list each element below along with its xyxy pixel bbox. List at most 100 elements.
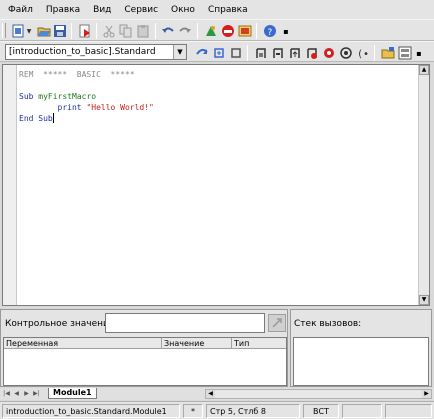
select-macro-icon bbox=[381, 47, 395, 59]
callstack-list[interactable] bbox=[293, 337, 429, 386]
redo-button[interactable] bbox=[177, 23, 193, 39]
toolbar-separator bbox=[256, 23, 257, 39]
svg-text:(•): (•) bbox=[357, 49, 370, 60]
new-dropdown[interactable]: ▼ bbox=[25, 23, 33, 39]
scroll-left-icon[interactable]: ◀ bbox=[206, 390, 215, 398]
toolbar-separator bbox=[247, 45, 248, 61]
chevron-down-icon: ▼ bbox=[26, 27, 32, 35]
step-out-icon bbox=[290, 48, 300, 58]
status-module: introduction_to_basic.Standard.Module1 bbox=[2, 404, 180, 418]
watch-table-header: Переменная Значение Тип bbox=[4, 338, 286, 349]
breakpoint-icon bbox=[307, 48, 317, 59]
undo-button[interactable] bbox=[160, 23, 176, 39]
watch-icon bbox=[340, 47, 352, 59]
code-text[interactable]: REM ***** BASIC ***** Sub myFirstMacro p… bbox=[19, 69, 154, 124]
scroll-right-icon[interactable]: ▶ bbox=[422, 390, 431, 398]
toolbar-separator bbox=[197, 23, 198, 39]
gallery-button[interactable] bbox=[220, 23, 236, 39]
gallery-icon bbox=[222, 25, 234, 37]
vertical-scrollbar[interactable]: ▲ ▼ bbox=[418, 65, 429, 305]
status-selection-mode[interactable] bbox=[342, 404, 382, 418]
datasource-icon bbox=[238, 25, 252, 37]
find-parentheses-button[interactable]: (•) bbox=[355, 45, 371, 61]
last-tab-icon[interactable]: ▶| bbox=[32, 389, 41, 399]
export-icon bbox=[79, 24, 90, 38]
toolbar-separator bbox=[155, 23, 156, 39]
stop-icon bbox=[231, 48, 241, 58]
first-tab-icon[interactable]: |◀ bbox=[2, 389, 11, 399]
prev-tab-icon[interactable]: ◀ bbox=[12, 389, 21, 399]
remove-watch-button[interactable] bbox=[268, 314, 286, 332]
open-button[interactable] bbox=[36, 23, 52, 39]
manage-breakpoints-icon bbox=[324, 48, 334, 58]
toolbar-overflow[interactable]: ▪ bbox=[416, 45, 422, 61]
code-keyword-sub: Sub bbox=[19, 92, 34, 101]
toolbar-separator bbox=[374, 45, 375, 61]
column-type[interactable]: Тип bbox=[232, 338, 286, 349]
step-into-button[interactable] bbox=[253, 45, 269, 61]
code-macro-name: myFirstMacro bbox=[38, 92, 97, 101]
find-parentheses-icon: (•) bbox=[357, 49, 370, 60]
code-comment: REM ***** BASIC ***** bbox=[19, 70, 135, 79]
scroll-up-icon[interactable]: ▲ bbox=[419, 65, 429, 75]
export-pdf-button[interactable] bbox=[77, 23, 93, 39]
callstack-panel: Стек вызовов: bbox=[290, 309, 432, 387]
next-tab-icon[interactable]: ▶ bbox=[22, 389, 31, 399]
manage-breakpoints-button[interactable] bbox=[321, 45, 337, 61]
library-combo-value: [introduction_to_basic].Standard bbox=[9, 47, 156, 57]
svg-text:?: ? bbox=[268, 28, 273, 38]
more-icon: ▪ bbox=[283, 26, 289, 36]
macro-toolbar: [introduction_to_basic].Standard ▼ (•) ▪ bbox=[0, 41, 434, 62]
select-macro-button[interactable] bbox=[380, 45, 396, 61]
watch-table[interactable]: Переменная Значение Тип bbox=[3, 337, 287, 386]
menu-window[interactable]: Окно bbox=[167, 5, 199, 15]
watch-input[interactable] bbox=[105, 313, 265, 333]
cut-button[interactable] bbox=[101, 23, 117, 39]
paste-button[interactable] bbox=[135, 23, 151, 39]
library-combo[interactable]: [introduction_to_basic].Standard ▼ bbox=[5, 44, 187, 60]
select-module-button[interactable] bbox=[397, 45, 413, 61]
toolbar-handle[interactable] bbox=[2, 23, 6, 38]
tab-module1[interactable]: Module1 bbox=[48, 388, 97, 399]
menu-view[interactable]: Вид bbox=[89, 5, 115, 15]
watch-button[interactable] bbox=[338, 45, 354, 61]
remove-watch-icon bbox=[272, 318, 282, 328]
help-button[interactable]: ? bbox=[262, 23, 278, 39]
code-editor[interactable]: REM ***** BASIC ***** Sub myFirstMacro p… bbox=[2, 64, 430, 306]
navigator-icon bbox=[206, 26, 216, 36]
copy-button[interactable] bbox=[118, 23, 134, 39]
datasource-button[interactable] bbox=[237, 23, 253, 39]
copy-icon bbox=[119, 24, 132, 38]
redo-icon bbox=[179, 27, 191, 33]
step-over-button[interactable] bbox=[270, 45, 286, 61]
text-caret bbox=[52, 113, 54, 123]
step-out-button[interactable] bbox=[287, 45, 303, 61]
status-signature[interactable] bbox=[385, 404, 432, 418]
toolbar-separator bbox=[71, 23, 72, 39]
menu-edit[interactable]: Правка bbox=[42, 5, 84, 15]
step-over-icon bbox=[273, 48, 283, 58]
toolbar-separator bbox=[96, 23, 97, 39]
select-module-icon bbox=[398, 46, 412, 60]
scroll-down-icon[interactable]: ▼ bbox=[419, 295, 429, 305]
breakpoint-button[interactable] bbox=[304, 45, 320, 61]
run-button[interactable] bbox=[211, 45, 227, 61]
menu-help[interactable]: Справка bbox=[204, 5, 252, 15]
chevron-down-icon[interactable]: ▼ bbox=[173, 45, 186, 59]
save-button[interactable] bbox=[52, 23, 68, 39]
compile-button[interactable] bbox=[194, 45, 210, 61]
new-button[interactable] bbox=[10, 23, 26, 39]
column-value[interactable]: Значение bbox=[162, 338, 232, 349]
navigator-button[interactable] bbox=[203, 23, 219, 39]
menu-file[interactable]: Файл bbox=[4, 5, 37, 15]
watch-panel: Контрольное значение: Переменная Значени… bbox=[0, 309, 288, 387]
breakpoint-gutter[interactable] bbox=[3, 65, 17, 305]
open-icon bbox=[37, 27, 51, 37]
horizontal-scrollbar[interactable]: ◀ ▶ bbox=[205, 389, 432, 399]
toolbar-overflow[interactable]: ▪ bbox=[283, 23, 289, 39]
stop-button[interactable] bbox=[228, 45, 244, 61]
status-insert-mode[interactable]: ВСТ bbox=[303, 404, 339, 418]
column-variable[interactable]: Переменная bbox=[4, 338, 162, 349]
menu-tools[interactable]: Сервис bbox=[120, 5, 162, 15]
status-bar: introduction_to_basic.Standard.Module1 *… bbox=[0, 401, 434, 419]
